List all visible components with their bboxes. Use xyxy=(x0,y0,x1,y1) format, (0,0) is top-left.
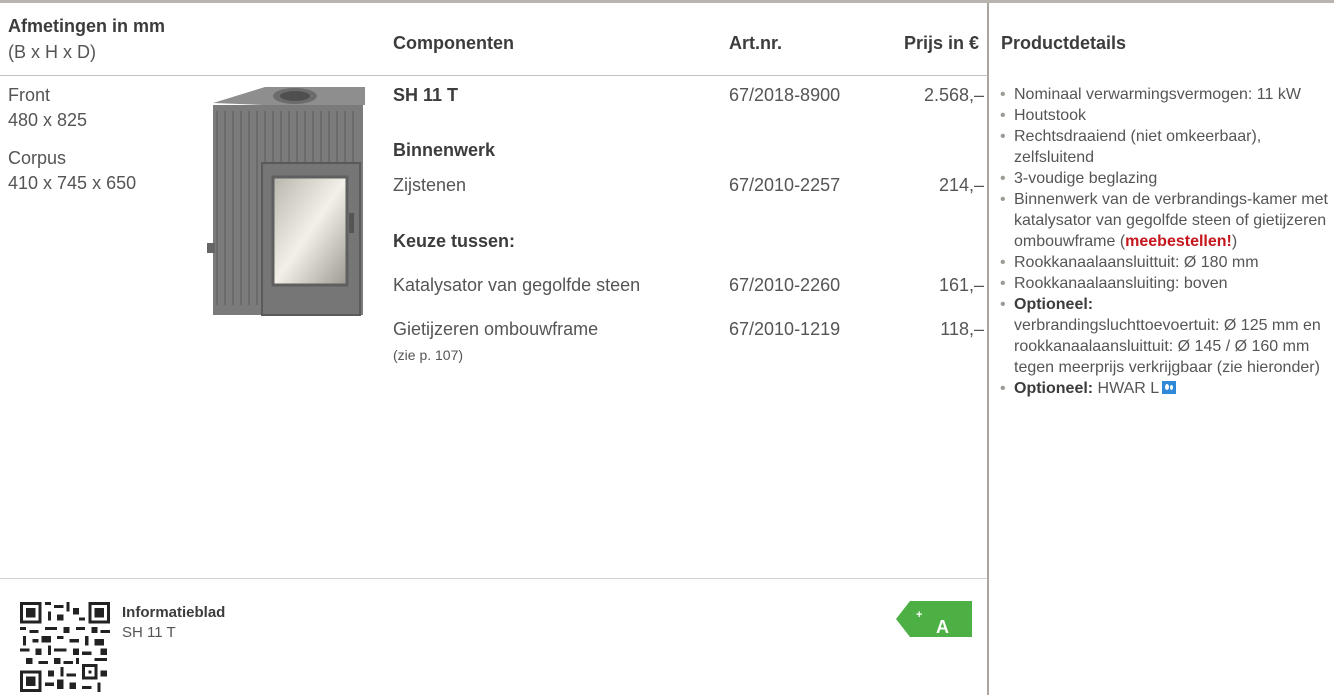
detail-item: Nominaal verwarmingsvermogen: 11 kW xyxy=(1000,84,1330,105)
detail-text: Rechtsdraaiend (niet omkeerbaar), zelfsl… xyxy=(1014,128,1262,166)
qr-code-icon[interactable] xyxy=(20,602,110,692)
artnr-cell: 67/2010-2257 xyxy=(729,175,841,195)
footer-divider xyxy=(0,578,987,579)
column-divider xyxy=(987,3,989,695)
product-details-list: Nominaal verwarmingsvermogen: 11 kW Hout… xyxy=(1000,84,1330,399)
corpus-value: 410 x 745 x 650 xyxy=(8,173,137,193)
detail-text: verbrandingsluchttoevoertuit: Ø 125 mm e… xyxy=(1014,317,1321,376)
dimensions-subheader: (B x H x D) xyxy=(8,42,96,62)
detail-bold: Optioneel: xyxy=(1014,296,1094,313)
detail-text: Rookkanaalaansluittuit: Ø 180 mm xyxy=(1014,254,1259,271)
artnr-header: Art.nr. xyxy=(729,33,783,53)
product-name: SH 11 T xyxy=(393,85,459,105)
page-reference-note: (zie p. 107) xyxy=(393,347,464,363)
top-rule xyxy=(0,0,1334,3)
detail-text: Nominaal verwarmingsvermogen: 11 kW xyxy=(1014,86,1301,103)
detail-text: ) xyxy=(1231,233,1238,250)
dimensions-header: Afmetingen in mm xyxy=(8,16,166,36)
detail-item: Houtstook xyxy=(1000,105,1330,126)
component-name: Katalysator van gegolfde steen xyxy=(393,275,641,295)
info-sheet-title: Informatieblad xyxy=(122,604,226,621)
corpus-label: Corpus xyxy=(8,148,67,168)
detail-item: Binnenwerk van de verbrandings-kamer met… xyxy=(1000,189,1330,252)
artnr-cell: 67/2010-1219 xyxy=(729,319,841,339)
info-sheet-subtitle: SH 11 T xyxy=(122,624,176,641)
energy-label-badge: A + xyxy=(896,601,972,637)
detail-text: Rookkanaalaansluiting: boven xyxy=(1014,275,1228,292)
price-cell: 161,– xyxy=(938,275,984,295)
detail-bold: Optioneel: xyxy=(1014,380,1094,397)
header-divider xyxy=(0,75,987,76)
detail-item: Optioneel: verbrandingsluchttoevoertuit: … xyxy=(1000,294,1330,378)
detail-text: Houtstook xyxy=(1014,107,1087,124)
price-header: Prijs in € xyxy=(903,33,979,53)
front-value: 480 x 825 xyxy=(8,110,88,130)
stove-image xyxy=(207,87,365,316)
component-name: Zijstenen xyxy=(393,175,467,195)
detail-text: HWAR L xyxy=(1093,380,1160,397)
details-header: Productdetails xyxy=(1001,33,1127,53)
artnr-cell: 67/2018-8900 xyxy=(729,85,841,105)
artnr-cell: 67/2010-2260 xyxy=(729,275,841,295)
energy-class-plus: + xyxy=(916,609,923,621)
detail-item: Optioneel: HWAR L xyxy=(1000,378,1330,399)
water-drops-icon xyxy=(1162,381,1177,394)
front-label: Front xyxy=(8,85,51,105)
detail-item: 3-voudige beglazing xyxy=(1000,168,1330,189)
components-header: Componenten xyxy=(393,33,514,53)
detail-highlight: meebestellen! xyxy=(1125,233,1232,250)
detail-item: Rookkanaalaansluittuit: Ø 180 mm xyxy=(1000,252,1330,273)
energy-class: A xyxy=(936,617,949,637)
component-name: Gietijzeren ombouwframe xyxy=(393,319,599,339)
detail-item: Rechtsdraaiend (niet omkeerbaar), zelfsl… xyxy=(1000,126,1330,168)
price-cell: 214,– xyxy=(938,175,984,195)
section-heading-keuze: Keuze tussen: xyxy=(393,231,516,251)
detail-item: Rookkanaalaansluiting: boven xyxy=(1000,273,1330,294)
price-cell: 118,– xyxy=(940,319,984,339)
detail-text: 3-voudige beglazing xyxy=(1014,170,1158,187)
section-heading-binnenwerk: Binnenwerk xyxy=(393,140,496,160)
price-cell: 2.568,– xyxy=(923,85,984,105)
